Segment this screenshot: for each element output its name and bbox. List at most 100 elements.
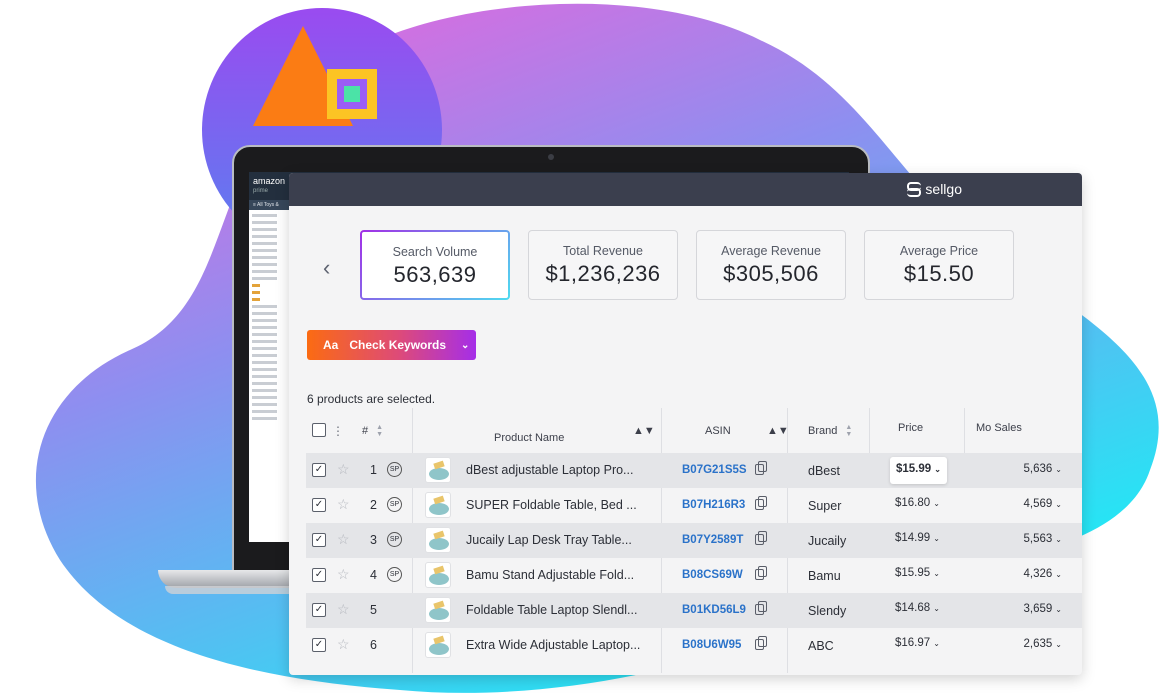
- product-name[interactable]: Extra Wide Adjustable Laptop...: [466, 638, 648, 652]
- amazon-logo: amazon: [253, 176, 286, 186]
- mo-sales-dropdown[interactable]: 5,636 ⌄: [1024, 463, 1062, 475]
- product-thumbnail[interactable]: [425, 562, 451, 588]
- product-name[interactable]: Foldable Table Laptop Slendl...: [466, 603, 648, 617]
- app-header: sellgo: [289, 173, 1082, 206]
- brand-cell: Bamu: [808, 569, 841, 583]
- table-row[interactable]: ✓ ☆ 6 Extra Wide Adjustable Laptop... B0…: [306, 628, 1082, 663]
- star-icon[interactable]: ☆: [337, 496, 350, 513]
- chevron-down-icon: ⌄: [1055, 570, 1062, 579]
- copy-icon[interactable]: [755, 601, 767, 615]
- back-chevron-icon[interactable]: ‹: [323, 257, 330, 279]
- mo-sales-dropdown[interactable]: 3,659 ⌄: [1024, 603, 1062, 615]
- product-thumbnail[interactable]: [425, 492, 451, 518]
- column-header-asin[interactable]: ASIN: [705, 408, 731, 453]
- stat-value: $305,506: [723, 261, 819, 286]
- row-checkbox[interactable]: ✓: [312, 638, 326, 652]
- stat-card-search-volume[interactable]: Search Volume 563,639: [360, 230, 510, 300]
- chevron-down-icon: ⌄: [1055, 640, 1062, 649]
- table-row[interactable]: ✓ ☆ 3 SP Jucaily Lap Desk Tray Table... …: [306, 523, 1082, 558]
- mo-sales-dropdown[interactable]: 4,569 ⌄: [1024, 498, 1062, 510]
- product-name[interactable]: dBest adjustable Laptop Pro...: [466, 463, 648, 477]
- stat-label: Total Revenue: [563, 244, 643, 258]
- mo-sales-value: 5,563: [1023, 533, 1053, 545]
- product-name[interactable]: Jucaily Lap Desk Tray Table...: [466, 533, 648, 547]
- mo-sales-dropdown[interactable]: 5,563 ⌄: [1024, 533, 1062, 545]
- row-number: 6: [370, 638, 377, 652]
- product-name[interactable]: SUPER Foldable Table, Bed ...: [466, 498, 648, 512]
- stat-card-total-revenue[interactable]: Total Revenue $1,236,236: [528, 230, 678, 300]
- sp-badge: SP: [387, 532, 402, 547]
- product-thumbnail[interactable]: [425, 632, 451, 658]
- price-dropdown[interactable]: $14.68 ⌄: [895, 602, 940, 614]
- stat-value: $1,236,236: [545, 261, 661, 286]
- copy-icon[interactable]: [755, 566, 767, 580]
- price-value: $14.99: [895, 532, 931, 544]
- product-name[interactable]: Bamu Stand Adjustable Fold...: [466, 568, 648, 582]
- chevron-down-icon: ⌄: [1055, 500, 1062, 509]
- asin-link[interactable]: B01KD56L9: [682, 604, 746, 616]
- asin-link[interactable]: B08U6W95: [682, 639, 741, 651]
- row-checkbox[interactable]: ✓: [312, 603, 326, 617]
- sp-badge: SP: [387, 462, 402, 477]
- mo-sales-dropdown[interactable]: 4,326 ⌄: [1024, 568, 1062, 580]
- stat-label: Average Price: [899, 244, 979, 258]
- row-checkbox[interactable]: ✓: [312, 533, 326, 547]
- table-row[interactable]: ✓ ☆ 5 Foldable Table Laptop Slendl... B0…: [306, 593, 1082, 628]
- row-checkbox[interactable]: ✓: [312, 498, 326, 512]
- column-header-price[interactable]: Price: [898, 405, 923, 450]
- product-thumbnail[interactable]: [425, 597, 451, 623]
- stat-card-average-price[interactable]: Average Price $15.50: [864, 230, 1014, 300]
- star-icon[interactable]: ☆: [337, 601, 350, 618]
- select-all-checkbox[interactable]: [312, 423, 326, 437]
- selection-count-text: 6 products are selected.: [307, 392, 436, 406]
- product-thumbnail[interactable]: [425, 527, 451, 553]
- mo-sales-dropdown[interactable]: 2,635 ⌄: [1024, 638, 1062, 650]
- column-header-price-label: Price: [898, 421, 924, 434]
- chevron-down-icon: ⌄: [933, 569, 940, 578]
- table-row[interactable]: ✓ ☆ 1 SP dBest adjustable Laptop Pro... …: [306, 453, 1082, 488]
- price-dropdown[interactable]: $16.97 ⌄: [895, 637, 940, 649]
- sort-icon: ▲▼: [767, 425, 789, 437]
- check-keywords-button[interactable]: Aa Check Keywords ⌄: [307, 330, 476, 360]
- product-thumbnail[interactable]: [425, 457, 451, 483]
- stat-label: Average Revenue: [721, 244, 821, 258]
- amazon-filter-sidebar: [249, 210, 289, 542]
- column-divider: [869, 408, 870, 453]
- price-dropdown[interactable]: $16.80 ⌄: [895, 497, 940, 509]
- column-header-brand[interactable]: Brand ▲ ▼: [808, 408, 852, 453]
- price-dropdown[interactable]: $15.95 ⌄: [895, 567, 940, 579]
- star-icon[interactable]: ☆: [337, 461, 350, 478]
- laptop-camera: [548, 154, 554, 160]
- column-header-num[interactable]: # ▲ ▼: [362, 408, 383, 453]
- chevron-down-icon: ⌄: [461, 339, 470, 351]
- table-row[interactable]: ✓ ☆ 2 SP SUPER Foldable Table, Bed ... B…: [306, 488, 1082, 523]
- column-header-brand-label: Brand: [808, 424, 838, 437]
- star-icon[interactable]: ☆: [337, 636, 350, 653]
- column-menu-icon[interactable]: ⋮: [332, 408, 344, 453]
- star-icon[interactable]: ☆: [337, 531, 350, 548]
- copy-icon[interactable]: [755, 496, 767, 510]
- brand-cell: Jucaily: [808, 534, 847, 548]
- asin-link[interactable]: B07G21S5S: [682, 464, 747, 476]
- asin-link[interactable]: B07H216R3: [682, 499, 745, 511]
- price-dropdown[interactable]: $14.99 ⌄: [895, 532, 940, 544]
- copy-icon[interactable]: [755, 531, 767, 545]
- copy-icon[interactable]: [755, 636, 767, 650]
- stat-value: $15.50: [903, 261, 975, 286]
- chevron-down-icon: ⌄: [933, 639, 940, 648]
- row-number: 1: [370, 463, 377, 477]
- sp-badge: SP: [387, 567, 402, 582]
- table-row[interactable]: ✓ ☆ 4 SP Bamu Stand Adjustable Fold... B…: [306, 558, 1082, 593]
- price-dropdown[interactable]: $15.99 ⌄: [890, 457, 947, 484]
- column-header-mo-sales[interactable]: Mo Sales: [976, 405, 1022, 450]
- row-checkbox[interactable]: ✓: [312, 463, 326, 477]
- stat-card-average-revenue[interactable]: Average Revenue $305,506: [696, 230, 846, 300]
- asin-link[interactable]: B07Y2589T: [682, 534, 743, 546]
- star-icon[interactable]: ☆: [337, 566, 350, 583]
- price-value: $16.97: [895, 637, 931, 649]
- chevron-down-icon: ⌄: [1055, 605, 1062, 614]
- mo-sales-value: 5,636: [1023, 463, 1053, 475]
- row-checkbox[interactable]: ✓: [312, 568, 326, 582]
- asin-link[interactable]: B08CS69W: [682, 569, 743, 581]
- copy-icon[interactable]: [755, 461, 767, 475]
